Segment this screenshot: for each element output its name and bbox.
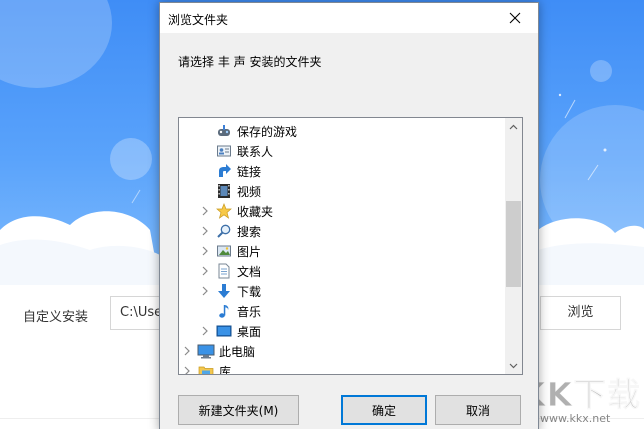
scroll-thumb[interactable] (506, 201, 521, 287)
chevron-right-icon[interactable] (199, 281, 211, 301)
tree-item-label: 保存的游戏 (237, 124, 298, 139)
folder-tree-view[interactable]: 保存的游戏 联系人 链接 视频 收藏夹 搜索 图片 文档 下载 音乐 桌面 此电… (178, 117, 523, 375)
tree-item-label: 桌面 (237, 324, 262, 339)
chevron-right-icon[interactable] (199, 261, 211, 281)
chevron-right-icon[interactable] (199, 321, 211, 341)
dialog-body: 请选择 丰 声 安装的文件夹 保存的游戏 联系人 链接 视频 收藏夹 搜索 图片… (160, 33, 538, 429)
custom-install-label: 自定义安装 (23, 310, 89, 325)
tree-item-links[interactable]: 链接 (179, 161, 507, 181)
tree-item-downloads[interactable]: 下载 (179, 281, 507, 301)
pictures-icon (215, 242, 233, 260)
chevron-right-icon[interactable] (199, 241, 211, 261)
browse-folder-dialog: 浏览文件夹 请选择 丰 声 安装的文件夹 保存的游戏 联系人 链接 视频 收藏夹… (159, 2, 539, 429)
tree-item-videos[interactable]: 视频 (179, 181, 507, 201)
this-pc-icon (197, 342, 215, 360)
chevron-right-icon[interactable] (181, 341, 193, 361)
tree-item-label: 此电脑 (219, 344, 256, 359)
chevron-right-icon[interactable] (181, 361, 193, 374)
dialog-title: 浏览文件夹 (168, 13, 229, 27)
chevron-down-icon (509, 363, 518, 368)
tree-item-contacts[interactable]: 联系人 (179, 141, 507, 161)
browse-button[interactable]: 浏览 (540, 296, 621, 330)
folder-tree-items: 保存的游戏 联系人 链接 视频 收藏夹 搜索 图片 文档 下载 音乐 桌面 此电… (179, 118, 507, 374)
libraries-icon (197, 362, 215, 374)
search-icon (215, 222, 233, 240)
documents-icon (215, 262, 233, 280)
watermark-url: www.kkx.net (540, 412, 611, 425)
tree-item-label: 下载 (237, 284, 262, 299)
desktop-icon (215, 322, 233, 340)
tree-item-music[interactable]: 音乐 (179, 301, 507, 321)
saved-games-icon (215, 122, 233, 140)
music-icon (215, 302, 233, 320)
tree-item-label: 文档 (237, 264, 262, 279)
tree-item-desktop[interactable]: 桌面 (179, 321, 507, 341)
chevron-up-icon (509, 124, 518, 129)
downloads-icon (215, 282, 233, 300)
chevron-right-icon[interactable] (199, 201, 211, 221)
scroll-up-button[interactable] (505, 118, 522, 135)
tree-item-label: 库 (219, 364, 232, 375)
tree-item-saved-games[interactable]: 保存的游戏 (179, 121, 507, 141)
scroll-down-button[interactable] (505, 357, 522, 374)
dialog-titlebar[interactable]: 浏览文件夹 (160, 3, 538, 33)
close-icon (509, 12, 521, 24)
cancel-button[interactable]: 取消 (435, 395, 521, 425)
tree-item-label: 音乐 (237, 304, 262, 319)
tree-item-libraries[interactable]: 库 (179, 361, 507, 375)
tree-item-label: 收藏夹 (237, 204, 274, 219)
chevron-right-icon[interactable] (199, 221, 211, 241)
tree-item-label: 链接 (237, 164, 262, 179)
tree-item-this-pc[interactable]: 此电脑 (179, 341, 507, 361)
links-icon (215, 162, 233, 180)
tree-item-search[interactable]: 搜索 (179, 221, 507, 241)
tree-item-label: 联系人 (237, 144, 274, 159)
dialog-instruction: 请选择 丰 声 安装的文件夹 (178, 55, 322, 69)
tree-item-label: 图片 (237, 244, 262, 259)
videos-icon (215, 182, 233, 200)
tree-item-label: 视频 (237, 184, 262, 199)
tree-item-documents[interactable]: 文档 (179, 261, 507, 281)
close-button[interactable] (492, 3, 538, 33)
new-folder-button[interactable]: 新建文件夹(M) (178, 395, 299, 425)
tree-scrollbar[interactable] (505, 118, 522, 374)
ok-button[interactable]: 确定 (341, 395, 427, 425)
favorites-icon (215, 202, 233, 220)
contacts-icon (215, 142, 233, 160)
tree-item-favorites[interactable]: 收藏夹 (179, 201, 507, 221)
tree-item-label: 搜索 (237, 224, 262, 239)
tree-item-pictures[interactable]: 图片 (179, 241, 507, 261)
